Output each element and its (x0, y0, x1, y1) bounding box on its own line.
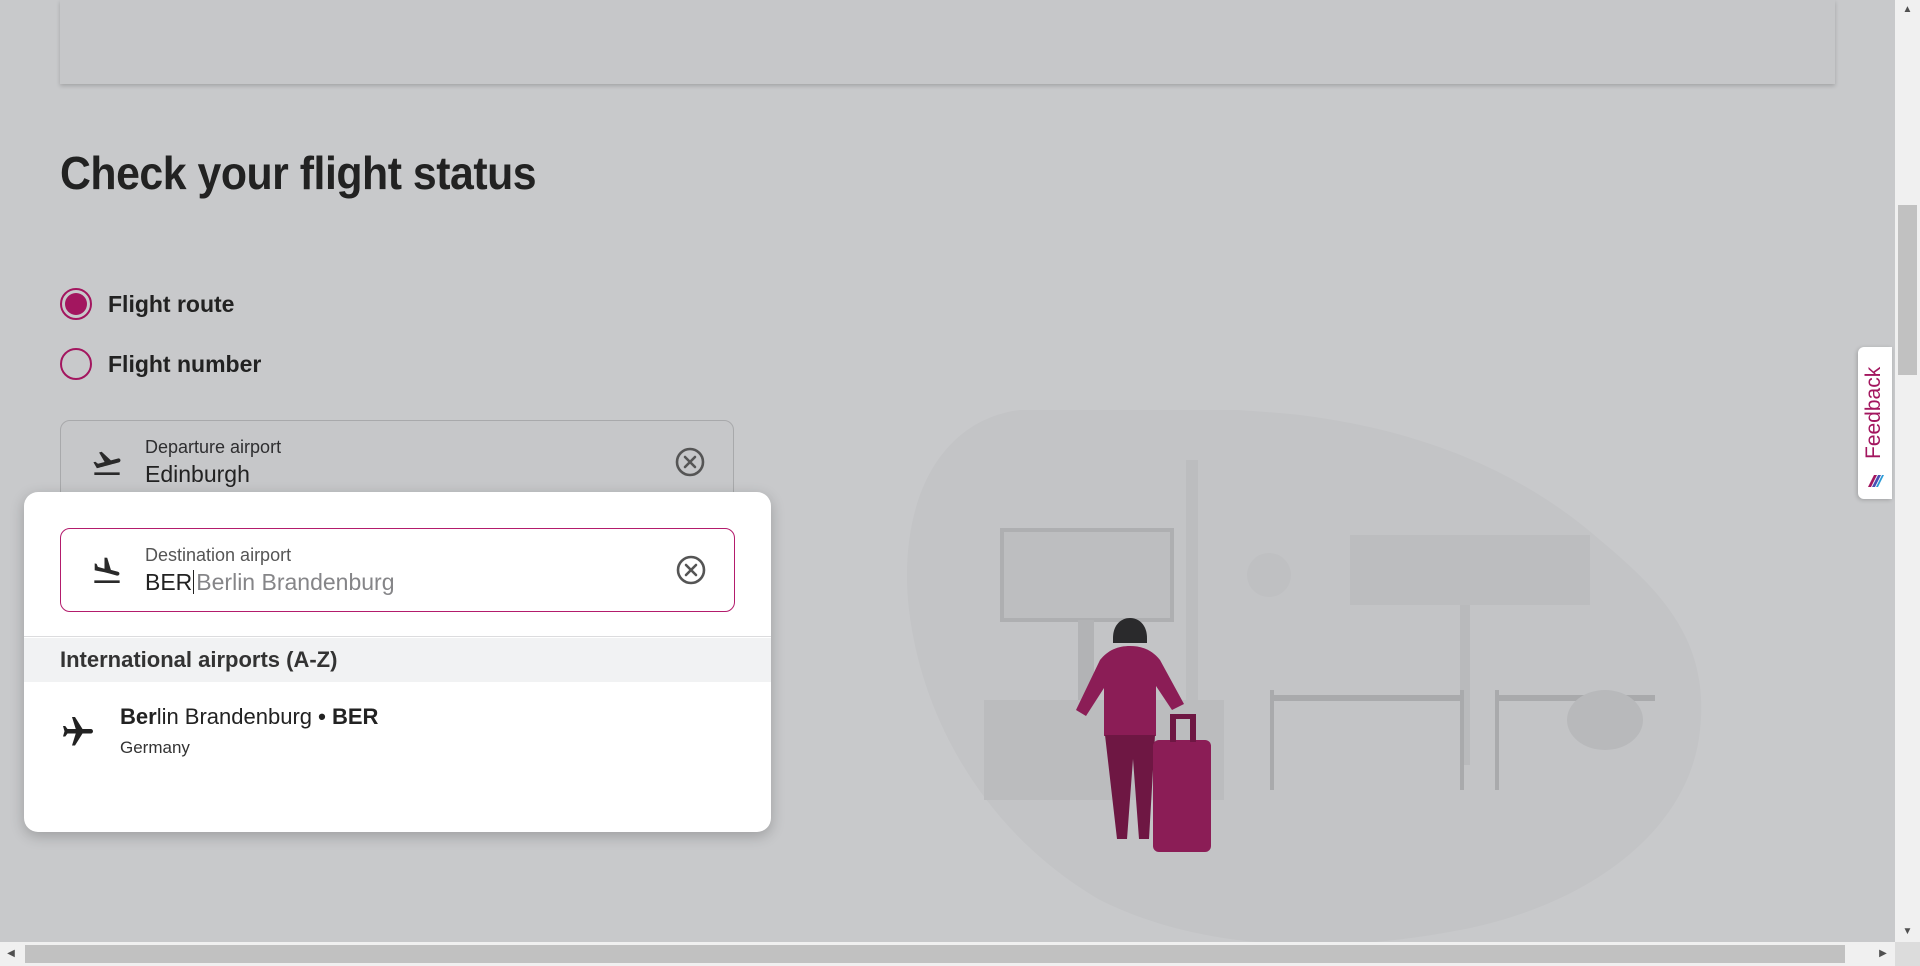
departure-airport-label: Departure airport (145, 437, 282, 457)
departure-airport-value: Edinburgh (145, 461, 250, 487)
airport-option-name: Berlin Brandenburg • BER (120, 704, 378, 730)
flight-number-label: Flight number (108, 350, 262, 377)
match-highlight: Ber (120, 704, 157, 729)
scroll-down-arrow[interactable]: ▼ (1895, 922, 1920, 942)
destination-airport-input[interactable]: BER Berlin Brandenburg (145, 569, 394, 596)
flight-number-radio[interactable]: Flight number (60, 348, 261, 380)
scrollbar-corner (1895, 942, 1920, 966)
airplane-icon (63, 717, 93, 746)
scroll-up-arrow[interactable]: ▲ (1895, 0, 1920, 20)
typed-text: BER (145, 569, 193, 595)
flight-route-radio[interactable]: Flight route (60, 288, 234, 320)
radio-unselected-indicator[interactable] (60, 348, 92, 380)
plane-takeoff-icon (93, 451, 121, 475)
radio-selected-indicator[interactable] (60, 288, 92, 320)
destination-airport-label: Destination airport (145, 545, 292, 565)
divider (24, 636, 771, 637)
horizontal-scroll-thumb[interactable] (25, 945, 1845, 963)
airport-traveler-illustration (907, 410, 1702, 945)
scroll-right-arrow[interactable]: ▶ (1872, 942, 1894, 966)
vertical-scrollbar[interactable] (1895, 0, 1920, 945)
flight-route-label: Flight route (108, 290, 235, 317)
feedback-tab[interactable]: Feedback (1858, 347, 1892, 499)
airport-code: BER (331, 704, 379, 729)
airport-country: Germany (120, 738, 190, 757)
vertical-scroll-thumb[interactable] (1898, 205, 1917, 375)
destination-dropdown: Destination airport BER Berlin Brandenbur… (24, 492, 771, 832)
destination-airport-field[interactable]: Destination airport BER Berlin Brandenbur… (60, 528, 735, 612)
clear-departure-button[interactable] (673, 445, 707, 479)
airport-name-rest: lin Brandenburg (156, 704, 313, 729)
feedback-label: Feedback (1862, 366, 1885, 459)
clear-destination-button[interactable] (674, 553, 708, 587)
airport-option-berlin[interactable]: Berlin Brandenburg • BER Germany (24, 692, 771, 772)
text-caret (193, 570, 195, 594)
brand-logo-icon (1868, 475, 1884, 487)
scroll-left-arrow[interactable]: ◀ (0, 942, 22, 966)
airport-group-header: International airports (A-Z) (24, 638, 771, 682)
autocomplete-suggestion: Berlin Brandenburg (196, 569, 395, 595)
plane-landing-icon (94, 557, 120, 583)
top-content-card (60, 0, 1835, 84)
separator: • (312, 704, 332, 729)
page-title: Check your flight status (60, 147, 537, 199)
